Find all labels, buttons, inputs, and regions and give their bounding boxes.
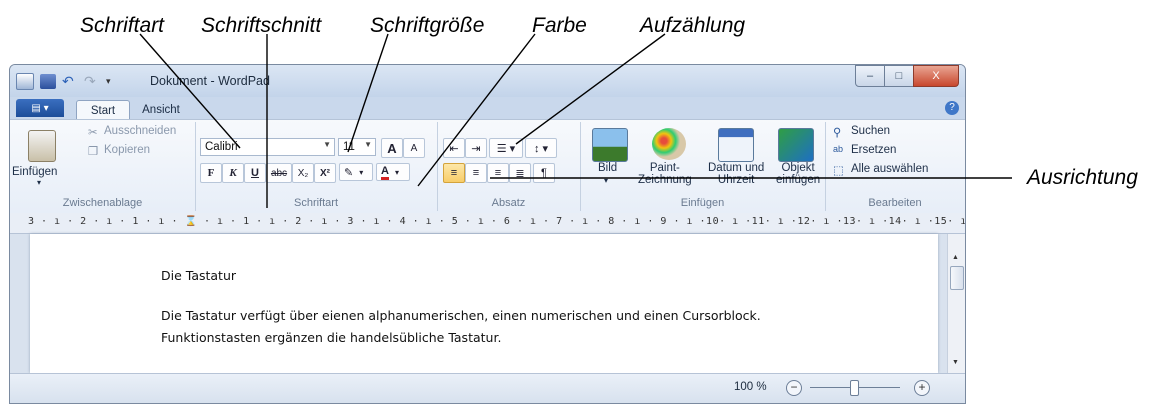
leader-color <box>417 33 536 187</box>
leader-font <box>139 33 241 149</box>
leader-size <box>347 33 389 153</box>
callout-leader-lines <box>139 33 1012 208</box>
leader-list <box>515 33 666 145</box>
